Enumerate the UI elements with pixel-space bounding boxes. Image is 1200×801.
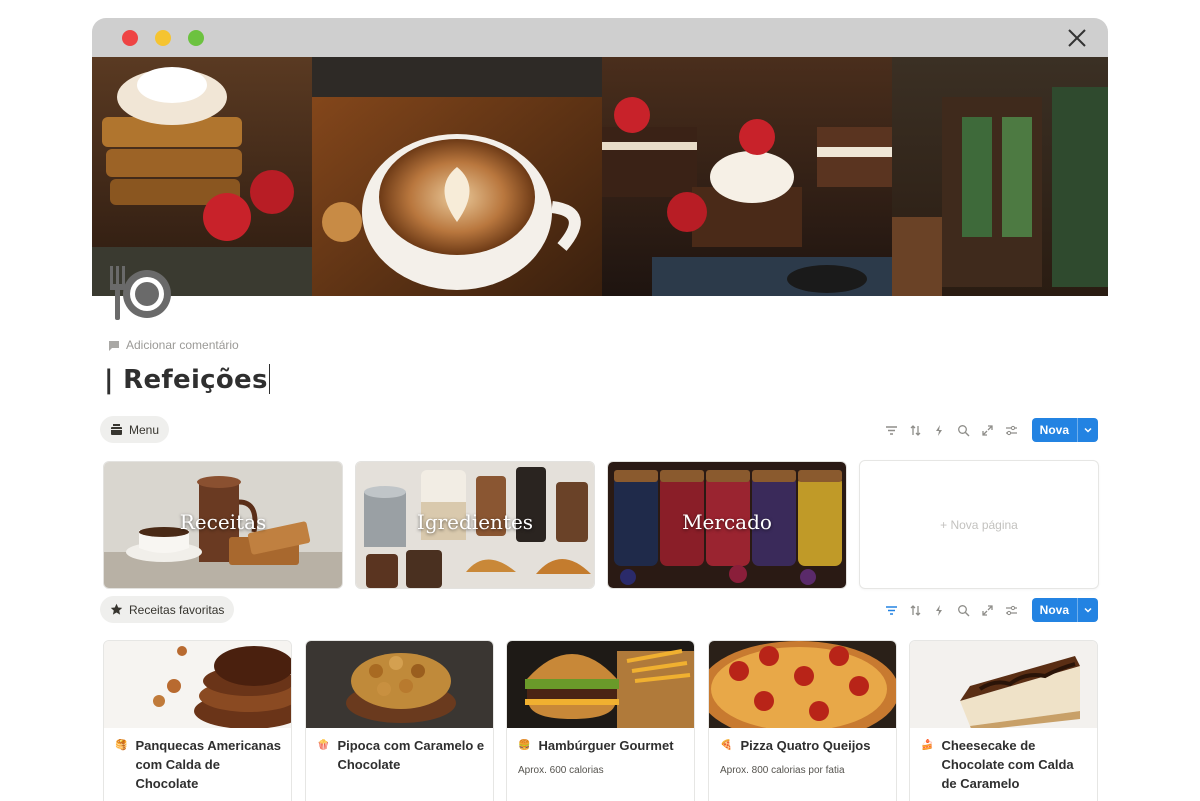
- view-tab-favorites[interactable]: Receitas favoritas: [100, 596, 235, 623]
- sort-icon[interactable]: [908, 603, 923, 618]
- recipe-title-text: Hambúrguer Gourmet: [538, 738, 674, 753]
- new-page-card[interactable]: + Nova página: [859, 460, 1099, 589]
- minimize-window-dot[interactable]: [155, 30, 171, 46]
- recipe-card[interactable]: 🥞 Panquecas Americanas com Calda de Choc…: [103, 640, 292, 801]
- recipe-card[interactable]: 🍿 Pipoca com Caramelo e Chocolate: [305, 640, 494, 801]
- sort-icon[interactable]: [908, 423, 923, 438]
- view-tab-menu-label: Menu: [129, 422, 160, 437]
- recipe-cover-image: [104, 641, 291, 728]
- star-icon: [110, 603, 123, 615]
- recipe-title: 🍿 Pipoca com Caramelo e Chocolate: [317, 736, 485, 774]
- category-label: Mercado: [682, 510, 772, 534]
- new-button-favorites[interactable]: Nova: [1031, 598, 1098, 622]
- recipe-cover-image: [507, 641, 694, 728]
- recipe-emoji: 🥞: [115, 740, 128, 751]
- recipe-cover-image: [910, 641, 1097, 728]
- category-card-receitas[interactable]: Receitas: [103, 461, 343, 589]
- chevron-down-icon[interactable]: [1077, 418, 1098, 442]
- container-icon: [111, 424, 122, 435]
- search-icon[interactable]: [956, 423, 971, 438]
- recipe-title-text: Cheesecake de Chocolate com Calda de Car…: [941, 738, 1074, 791]
- new-button-label: Nova: [1039, 603, 1069, 617]
- new-button-label: Nova: [1039, 423, 1069, 437]
- app-window: Adicionar comentário | Refeições Menu No…: [92, 18, 1108, 801]
- close-icon[interactable]: [1066, 27, 1088, 49]
- menu-toolbar: Nova: [884, 418, 1098, 442]
- window-titlebar: [92, 18, 1108, 57]
- lightning-icon[interactable]: [932, 423, 947, 438]
- maximize-window-dot[interactable]: [188, 30, 204, 46]
- recipe-card[interactable]: 🍰 Cheesecake de Chocolate com Calda de C…: [909, 640, 1098, 801]
- filter-icon[interactable]: [884, 423, 899, 438]
- filter-icon[interactable]: [884, 603, 899, 618]
- add-comment-label: Adicionar comentário: [126, 338, 239, 352]
- recipe-cover-image: [709, 641, 896, 728]
- fork-plate-icon[interactable]: [104, 262, 174, 322]
- recipe-title: 🍰 Cheesecake de Chocolate com Calda de C…: [921, 736, 1089, 793]
- favorites-toolbar: Nova: [884, 598, 1098, 622]
- recipe-emoji: 🍔: [518, 740, 531, 751]
- new-button-menu[interactable]: Nova: [1031, 418, 1098, 442]
- recipe-cover-image: [306, 641, 493, 728]
- view-tab-favorites-label: Receitas favoritas: [129, 602, 225, 617]
- cover-image: [92, 57, 1108, 296]
- recipe-title-text: Pizza Quatro Queijos: [740, 738, 871, 753]
- expand-icon[interactable]: [980, 423, 995, 438]
- lightning-icon[interactable]: [932, 603, 947, 618]
- text-caret: [268, 364, 271, 394]
- comment-icon: [109, 340, 119, 351]
- category-label: Igredientes: [416, 510, 534, 534]
- recipe-emoji: 🍕: [720, 740, 733, 751]
- recipe-card[interactable]: 🍔 Hambúrguer Gourmet Aprox. 600 calorias: [506, 640, 695, 801]
- recipe-emoji: 🍿: [317, 740, 330, 751]
- category-label: Receitas: [179, 510, 267, 534]
- recipe-title: 🥞 Panquecas Americanas com Calda de Choc…: [115, 736, 283, 793]
- recipe-card[interactable]: 🍕 Pizza Quatro Queijos Aprox. 800 calori…: [708, 640, 897, 801]
- new-page-label: + Nova página: [940, 517, 1018, 532]
- expand-icon[interactable]: [980, 603, 995, 618]
- category-card-mercado[interactable]: Mercado: [607, 461, 847, 589]
- recipe-title-text: Panquecas Americanas com Calda de Chocol…: [135, 738, 281, 791]
- view-tab-menu[interactable]: Menu: [100, 416, 170, 443]
- recipe-title: 🍔 Hambúrguer Gourmet: [518, 736, 686, 755]
- close-window-dot[interactable]: [122, 30, 138, 46]
- settings-icon[interactable]: [1004, 603, 1019, 618]
- recipe-title: 🍕 Pizza Quatro Queijos: [720, 736, 888, 755]
- settings-icon[interactable]: [1004, 423, 1019, 438]
- recipe-title-text: Pipoca com Caramelo e Chocolate: [337, 738, 485, 772]
- category-card-igredientes[interactable]: Igredientes: [355, 461, 595, 589]
- recipe-calories: Aprox. 800 calorias por fatia: [720, 765, 845, 776]
- recipe-calories: Aprox. 600 calorias: [518, 765, 604, 776]
- page-title-text: | Refeições: [104, 365, 268, 395]
- search-icon[interactable]: [956, 603, 971, 618]
- chevron-down-icon[interactable]: [1077, 598, 1098, 622]
- add-comment-button[interactable]: Adicionar comentário: [108, 338, 239, 352]
- page-title[interactable]: | Refeições: [104, 364, 271, 395]
- recipe-emoji: 🍰: [921, 740, 934, 751]
